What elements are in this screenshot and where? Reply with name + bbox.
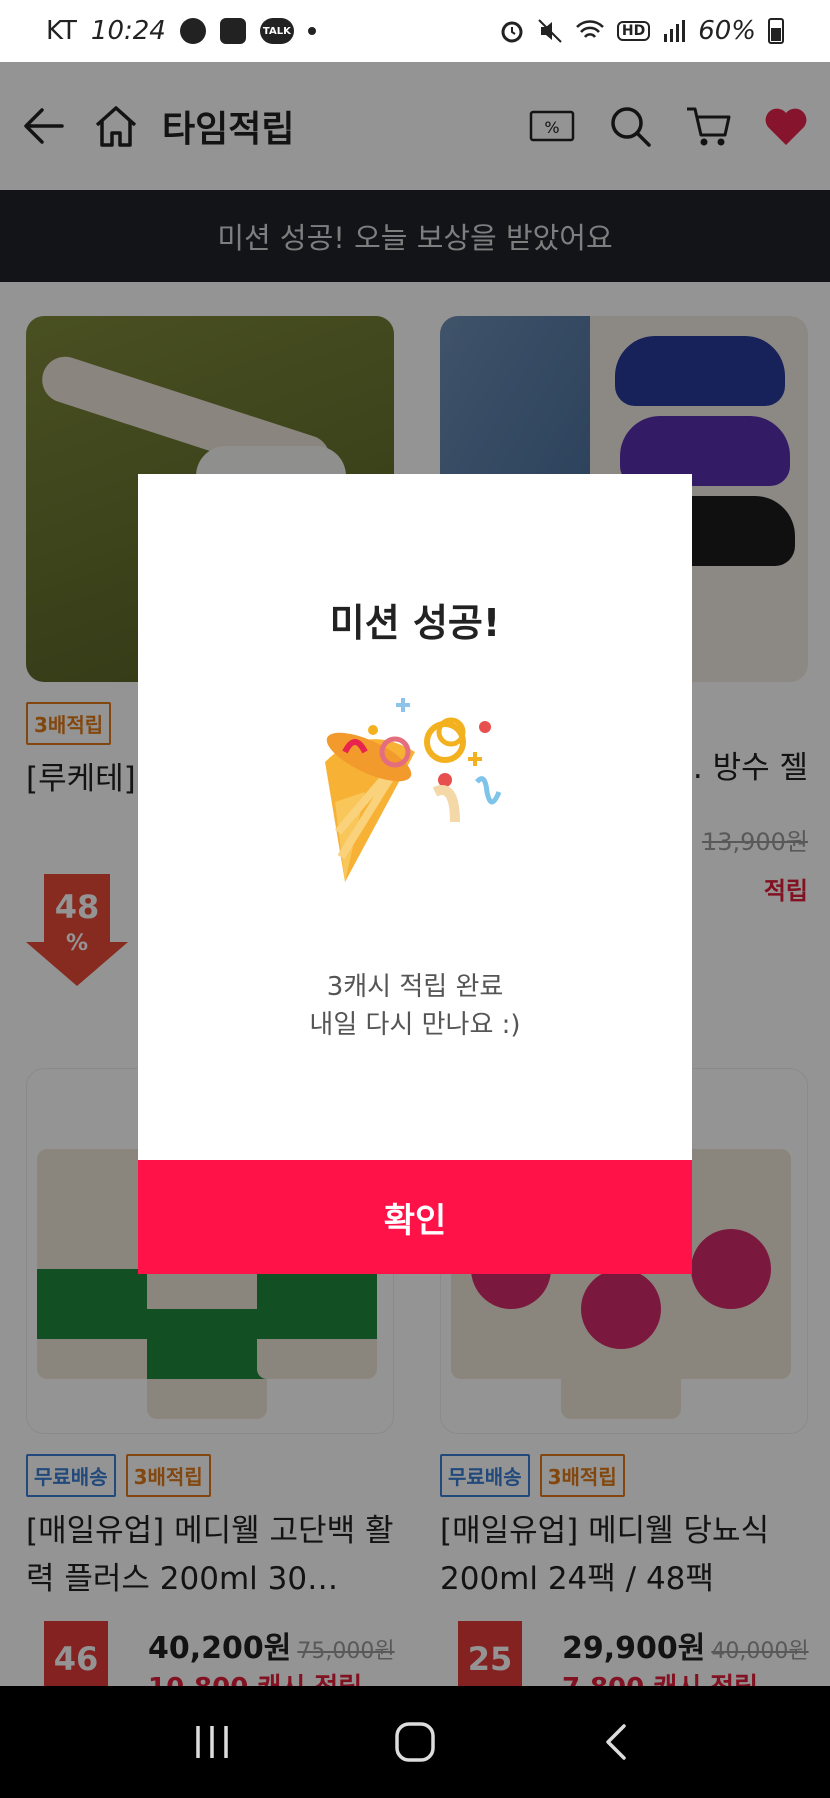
- message-line-2: 내일 다시 만나요 :): [309, 1010, 521, 1040]
- mission-success-dialog: 미션 성공! 3캐시 적립 완료 내일 다시 만나요 :) 확인: [138, 474, 692, 1274]
- status-bar: KT 10:24 TALK HD 60%: [0, 0, 830, 62]
- dialog-message: 3캐시 적립 완료 내일 다시 만나요 :): [138, 968, 692, 1044]
- home-button[interactable]: [385, 1712, 445, 1772]
- kakaotalk-icon: TALK: [259, 18, 294, 44]
- carrier-label: KT: [46, 16, 77, 46]
- pacman-icon: [179, 18, 206, 44]
- signal-icon: [664, 20, 686, 42]
- recent-apps-button[interactable]: [182, 1712, 242, 1772]
- dialog-title: 미션 성공!: [329, 601, 501, 645]
- more-notifications-icon: [307, 27, 316, 35]
- party-popper-icon: [325, 698, 502, 882]
- wifi-icon: [575, 20, 604, 38]
- mute-icon: [538, 19, 562, 43]
- gallery-icon: [219, 18, 246, 44]
- battery-icon: [768, 18, 784, 44]
- hd-badge: HD: [616, 21, 651, 41]
- system-nav-bar: [0, 1686, 830, 1798]
- clock: 10:24: [90, 16, 166, 46]
- alarm-icon: [501, 21, 523, 43]
- back-button[interactable]: [588, 1712, 648, 1772]
- battery-percent: 60%: [698, 16, 756, 46]
- confirm-button[interactable]: 확인: [138, 1160, 692, 1274]
- message-line-1: 3캐시 적립 완료: [326, 972, 504, 1002]
